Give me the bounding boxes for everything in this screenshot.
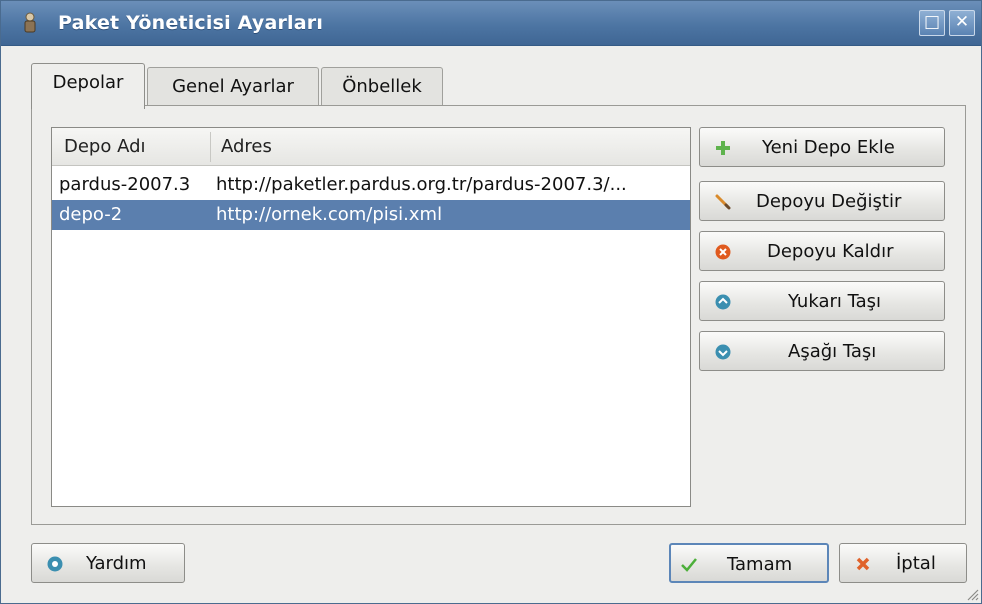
button-label: Tamam xyxy=(727,554,793,575)
tab-depolar[interactable]: Depolar xyxy=(31,63,145,109)
repo-address-cell: http://ornek.com/pisi.xml xyxy=(216,204,443,225)
title-bar[interactable]: Paket Yöneticisi Ayarları □ ✕ xyxy=(1,1,981,46)
column-header-address[interactable]: Adres xyxy=(221,136,272,157)
move-down-button[interactable]: Aşağı Taşı xyxy=(699,331,945,371)
app-icon xyxy=(24,12,36,33)
check-icon xyxy=(681,558,697,572)
column-header-name[interactable]: Depo Adı xyxy=(64,136,146,157)
maximize-button[interactable]: □ xyxy=(919,10,945,36)
repo-address-cell: http://paketler.pardus.org.tr/pardus-200… xyxy=(216,174,627,195)
repo-name-cell: pardus-2007.3 xyxy=(59,174,191,195)
tab-genel-ayarlar[interactable]: Genel Ayarlar xyxy=(147,67,319,109)
plus-icon xyxy=(716,141,730,155)
remove-icon xyxy=(715,244,731,260)
remove-repo-button[interactable]: Depoyu Kaldır xyxy=(699,231,945,271)
table-row[interactable]: pardus-2007.3 http://paketler.pardus.org… xyxy=(52,170,690,200)
edit-icon xyxy=(715,194,731,210)
tab-label: Önbellek xyxy=(342,76,422,97)
help-icon xyxy=(47,556,63,572)
button-label: Yeni Depo Ekle xyxy=(762,137,895,158)
button-label: Yardım xyxy=(86,553,147,574)
help-button[interactable]: Yardım xyxy=(31,543,185,583)
move-up-button[interactable]: Yukarı Taşı xyxy=(699,281,945,321)
add-repo-button[interactable]: Yeni Depo Ekle xyxy=(699,127,945,167)
table-row-selected[interactable]: depo-2 http://ornek.com/pisi.xml xyxy=(52,200,690,230)
button-label: Depoyu Değiştir xyxy=(756,191,902,212)
repo-name-cell: depo-2 xyxy=(59,204,123,225)
tab-onbellek[interactable]: Önbellek xyxy=(321,67,443,109)
column-separator[interactable] xyxy=(210,132,211,162)
edit-repo-button[interactable]: Depoyu Değiştir xyxy=(699,181,945,221)
list-header: Depo Adı Adres xyxy=(52,128,690,166)
tab-label: Genel Ayarlar xyxy=(172,76,294,97)
button-label: İptal xyxy=(896,553,936,574)
button-label: Yukarı Taşı xyxy=(788,291,882,312)
ok-button[interactable]: Tamam xyxy=(669,543,829,583)
resize-grip-icon[interactable] xyxy=(965,587,979,601)
tab-label: Depolar xyxy=(52,72,124,93)
button-label: Aşağı Taşı xyxy=(788,341,877,362)
close-window-button[interactable]: ✕ xyxy=(949,10,975,36)
cancel-button[interactable]: İptal xyxy=(839,543,967,583)
settings-dialog: Paket Yöneticisi Ayarları □ ✕ Depolar Ge… xyxy=(0,0,982,604)
arrow-up-icon xyxy=(715,294,731,310)
repo-list[interactable]: Depo Adı Adres pardus-2007.3 http://pake… xyxy=(51,127,691,507)
cancel-x-icon xyxy=(856,557,870,571)
arrow-down-icon xyxy=(715,344,731,360)
button-label: Depoyu Kaldır xyxy=(767,241,894,262)
window-title: Paket Yöneticisi Ayarları xyxy=(58,12,324,34)
